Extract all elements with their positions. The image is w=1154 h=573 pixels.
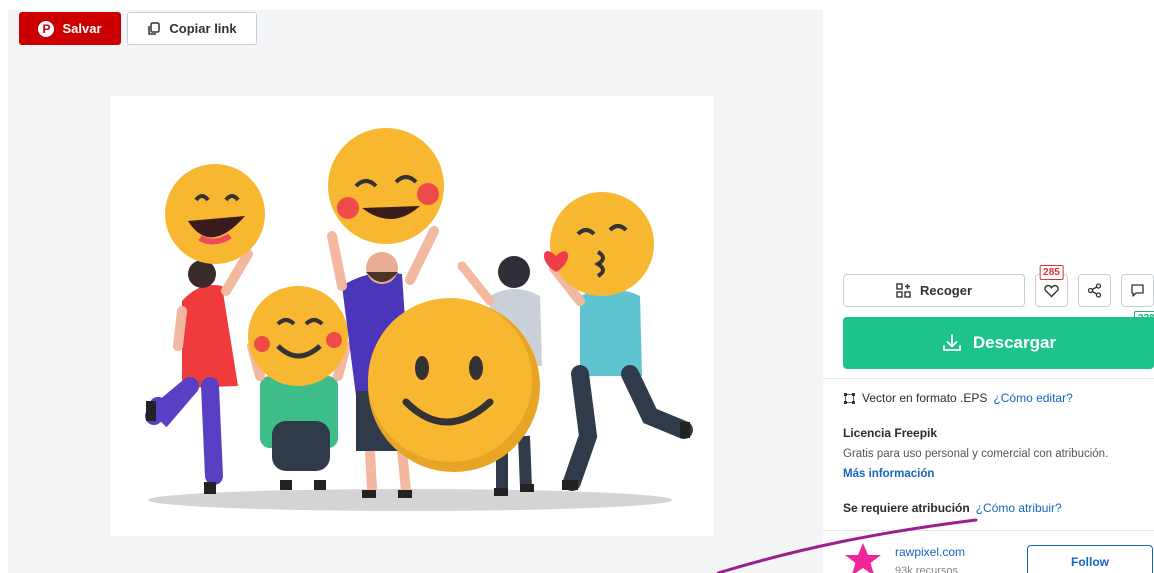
- illustration-image[interactable]: [110, 96, 714, 536]
- collect-label: Recoger: [919, 283, 973, 298]
- download-icon: [943, 334, 961, 351]
- action-buttons: Recoger 285: [843, 265, 1154, 307]
- heart-icon: [1044, 284, 1059, 297]
- pinterest-icon: P: [38, 20, 55, 37]
- copy-icon: [148, 21, 161, 35]
- license-description: Gratis para uso personal y comercial con…: [843, 448, 1109, 460]
- author-name-link[interactable]: rawpixel.com: [895, 545, 965, 559]
- likes-count-badge: 285: [1039, 265, 1064, 280]
- star-avatar-icon[interactable]: [843, 540, 883, 573]
- copy-link-button[interactable]: Copiar link: [127, 12, 257, 45]
- divider: [823, 530, 1154, 531]
- vector-format-icon: [844, 392, 855, 404]
- comment-icon: [1131, 284, 1144, 297]
- author-resources-count: 93k recursos: [895, 565, 958, 573]
- copy-label: Copiar link: [169, 21, 237, 36]
- comment-button[interactable]: [1121, 274, 1154, 307]
- collect-icon: [896, 283, 911, 298]
- pinterest-save-button[interactable]: P Salvar: [19, 12, 121, 45]
- resource-side-panel: Recoger 285 22: [823, 0, 1154, 573]
- share-button[interactable]: [1078, 274, 1111, 307]
- page-root: P Salvar Copiar link Recoger 285 Descarg…: [0, 0, 1154, 573]
- follow-label: Follow: [1071, 555, 1109, 569]
- save-label: Salvar: [62, 21, 102, 36]
- attribution-row: Se requiere atribución ¿Cómo atribuir?: [843, 501, 1062, 515]
- author-info: rawpixel.com 93k recursos: [895, 540, 965, 573]
- emoji-people-illustration: [145, 128, 693, 511]
- share-icon: [1087, 283, 1102, 298]
- divider: [823, 378, 1154, 379]
- how-to-edit-link[interactable]: ¿Cómo editar?: [993, 391, 1072, 405]
- preview-toolbar: P Salvar Copiar link: [19, 12, 257, 45]
- author-block: rawpixel.com 93k recursos: [843, 540, 965, 573]
- format-row: Vector en formato .EPS ¿Cómo editar?: [843, 391, 1073, 405]
- download-button[interactable]: Descargar: [843, 317, 1154, 369]
- download-label: Descargar: [972, 333, 1057, 352]
- format-text: Vector en formato .EPS: [862, 391, 988, 405]
- like-button[interactable]: 285: [1035, 265, 1068, 307]
- follow-button[interactable]: Follow: [1027, 545, 1153, 573]
- collect-button[interactable]: Recoger: [843, 274, 1025, 307]
- attribution-required-text: Se requiere atribución: [843, 501, 970, 515]
- license-title: Licencia Freepik: [843, 426, 938, 440]
- how-to-attribute-link[interactable]: ¿Cómo atribuir?: [976, 501, 1062, 515]
- more-info-link[interactable]: Más información: [843, 468, 934, 480]
